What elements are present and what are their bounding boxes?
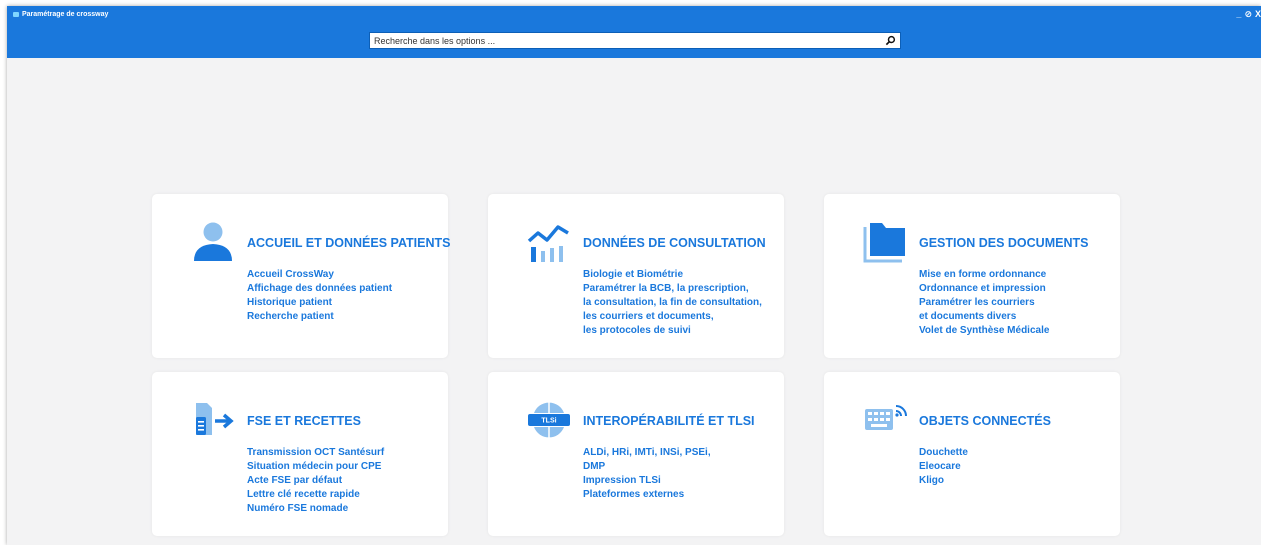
link-lettre-cle[interactable]: Lettre clé recette rapide xyxy=(247,488,384,502)
card-links-fse: Transmission OCT Santésurf Situation méd… xyxy=(247,446,384,516)
options-search xyxy=(369,32,901,49)
card-title-objets-connectes[interactable]: OBJETS CONNECTÉS xyxy=(919,414,1051,428)
search-input[interactable] xyxy=(370,33,870,48)
card-links-objets-connectes: Douchette Eleocare Kligo xyxy=(919,446,968,488)
card-title-fse[interactable]: FSE ET RECETTES xyxy=(247,414,361,428)
link-situation-medecin[interactable]: Situation médecin pour CPE xyxy=(247,460,384,474)
window-controls: _ ⊘ X xyxy=(1236,9,1261,19)
link-historique-patient[interactable]: Historique patient xyxy=(247,296,392,310)
link-consultation[interactable]: la consultation, la fin de consultation, xyxy=(583,296,762,310)
link-recherche-patient[interactable]: Recherche patient xyxy=(247,310,392,324)
window-title: Paramétrage de crossway xyxy=(13,11,108,18)
folder-icon xyxy=(863,223,905,263)
card-objets-connectes: OBJETS CONNECTÉS Douchette Eleocare Klig… xyxy=(824,372,1120,536)
link-volet-synthese[interactable]: Volet de Synthèse Médicale xyxy=(919,324,1049,338)
chart-icon xyxy=(527,225,569,262)
card-links-documents: Mise en forme ordonnance Ordonnance et i… xyxy=(919,268,1049,338)
restore-button[interactable]: ⊘ xyxy=(1244,9,1252,19)
card-consultation: DONNÉES DE CONSULTATION Biologie et Biom… xyxy=(488,194,784,358)
link-affichage-donnees[interactable]: Affichage des données patient xyxy=(247,282,392,296)
link-mise-en-forme[interactable]: Mise en forme ordonnance xyxy=(919,268,1049,282)
app-icon xyxy=(13,12,19,17)
card-title-patients[interactable]: ACCUEIL ET DONNÉES PATIENTS xyxy=(247,236,451,250)
title-bar: Paramétrage de crossway _ ⊘ X xyxy=(7,6,1261,58)
link-courriers-documents[interactable]: les courriers et documents, xyxy=(583,310,762,324)
link-douchette[interactable]: Douchette xyxy=(919,446,968,460)
tlsi-globe-icon: TLSi xyxy=(528,400,570,440)
user-icon xyxy=(194,222,232,261)
card-links-interoperabilite: ALDi, HRi, IMTi, INSi, PSEi, DMP Impress… xyxy=(583,446,711,502)
close-button[interactable]: X xyxy=(1255,9,1261,19)
link-biologie[interactable]: Biologie et Biométrie xyxy=(583,268,762,282)
search-icon[interactable] xyxy=(885,35,896,46)
link-acte-fse[interactable]: Acte FSE par défaut xyxy=(247,474,384,488)
link-aldi-hri[interactable]: ALDi, HRi, IMTi, INSi, PSEi, xyxy=(583,446,711,460)
link-dmp[interactable]: DMP xyxy=(583,460,711,474)
card-documents: GESTION DES DOCUMENTS Mise en forme ordo… xyxy=(824,194,1120,358)
tlsi-label: TLSi xyxy=(541,418,556,425)
link-documents-divers[interactable]: et documents divers xyxy=(919,310,1049,324)
card-title-interoperabilite[interactable]: INTEROPÉRABILITÉ ET TLSI xyxy=(583,414,755,428)
window-title-text: Paramétrage de crossway xyxy=(22,11,109,18)
link-accueil-crossway[interactable]: Accueil CrossWay xyxy=(247,268,392,282)
link-numero-fse[interactable]: Numéro FSE nomade xyxy=(247,502,384,516)
card-links-patients: Accueil CrossWay Affichage des données p… xyxy=(247,268,392,324)
link-impression-tlsi[interactable]: Impression TLSi xyxy=(583,474,711,488)
card-interoperabilite: TLSi INTEROPÉRABILITÉ ET TLSI ALDi, HRi,… xyxy=(488,372,784,536)
minimize-button[interactable]: _ xyxy=(1236,9,1241,19)
link-plateformes-externes[interactable]: Plateformes externes xyxy=(583,488,711,502)
link-kligo[interactable]: Kligo xyxy=(919,474,968,488)
card-links-consultation: Biologie et Biométrie Paramétrer la BCB,… xyxy=(583,268,762,338)
link-protocoles-suivi[interactable]: les protocoles de suivi xyxy=(583,324,762,338)
fse-transfer-icon xyxy=(196,403,234,435)
card-title-documents[interactable]: GESTION DES DOCUMENTS xyxy=(919,236,1088,250)
link-transmission-oct[interactable]: Transmission OCT Santésurf xyxy=(247,446,384,460)
connected-keyboard-icon xyxy=(865,405,907,430)
card-title-consultation[interactable]: DONNÉES DE CONSULTATION xyxy=(583,236,766,250)
card-fse: FSE ET RECETTES Transmission OCT Santésu… xyxy=(152,372,448,536)
settings-window: Paramétrage de crossway _ ⊘ X ACCUEIL ET… xyxy=(7,6,1261,545)
card-patients: ACCUEIL ET DONNÉES PATIENTS Accueil Cros… xyxy=(152,194,451,358)
link-bcb-prescription[interactable]: Paramétrer la BCB, la prescription, xyxy=(583,282,762,296)
link-eleocare[interactable]: Eleocare xyxy=(919,460,968,474)
link-parametrer-courriers[interactable]: Paramétrer les courriers xyxy=(919,296,1049,310)
link-ordonnance-impression[interactable]: Ordonnance et impression xyxy=(919,282,1049,296)
